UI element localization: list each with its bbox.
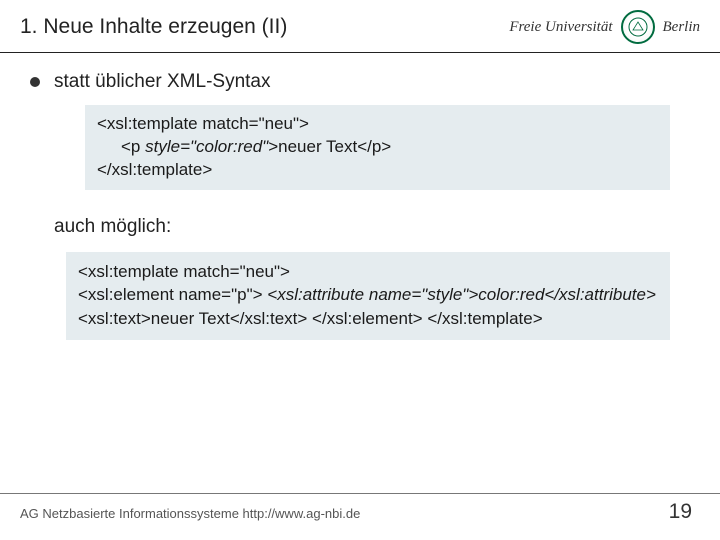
slide-content: statt üblicher XML-Syntax <xsl:template … [0,53,720,340]
uni-prefix: Freie Universität [509,19,612,35]
university-city: Berlin [663,19,701,36]
code-line: <xsl:text>neuer Text</xsl:text> [78,309,307,328]
code-emphasis: <xsl:attribute name="style"> [267,285,478,304]
footer-text: AG Netzbasierte Informationssysteme http… [20,506,360,521]
code-line: <xsl:template match="neu"> [78,262,290,281]
code-line: <xsl:template match="neu"> [97,114,309,133]
uni-city: Berlin [663,19,701,35]
bullet-text: statt üblicher XML-Syntax [54,71,270,93]
code-block-1: <xsl:template match="neu"> <p style="col… [85,105,670,190]
code-emphasis: </xsl:attribute> [544,285,656,304]
code-emphasis: color:red [478,285,544,304]
code-line: <xsl:element name="p"> [78,285,263,304]
bullet-icon [30,77,40,87]
code-line: <xsl:attribute name="style">color:red</x… [267,285,656,304]
code-line: </xsl:template> [427,309,542,328]
university-name: Freie Universität [509,19,612,36]
slide-header: 1. Neue Inhalte erzeugen (II) Freie Univ… [0,0,720,53]
university-logo: Freie Universität Berlin [509,10,700,44]
also-possible-label: auch möglich: [54,216,690,238]
slide-title: 1. Neue Inhalte erzeugen (II) [20,15,287,39]
code-line: <p style="color:red">neuer Text</p> [97,136,658,159]
code-line: </xsl:element> [312,309,423,328]
page-number: 19 [669,500,700,524]
code-block-2: <xsl:template match="neu"> <xsl:element … [66,252,670,340]
university-seal-icon [621,10,655,44]
bullet-item: statt üblicher XML-Syntax [30,71,690,93]
code-emphasis: style="color:red" [145,137,268,156]
code-line: </xsl:template> [97,160,212,179]
slide-footer: AG Netzbasierte Informationssysteme http… [0,493,720,524]
